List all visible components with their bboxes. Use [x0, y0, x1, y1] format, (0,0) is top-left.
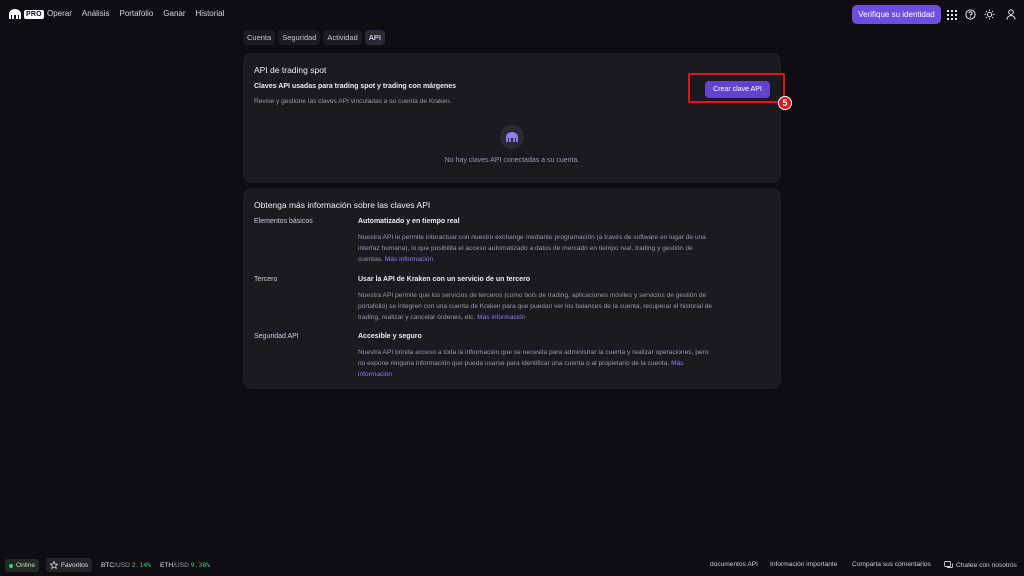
theme-sun-icon[interactable] — [984, 9, 995, 20]
body-line: interfaz humana), lo que posibilita el a… — [358, 245, 693, 253]
kraken-logo-icon — [9, 9, 21, 19]
row-body-basics: Nuestra API le permite interactuar con n… — [358, 232, 770, 266]
chat-link[interactable]: Chatee con nosotros — [944, 561, 1017, 569]
body-line: Nuestra API le permite interactuar con n… — [358, 234, 706, 241]
favorites-button[interactable]: Favoritos — [46, 558, 93, 572]
kraken-empty-icon — [500, 125, 524, 149]
online-label: Online — [16, 562, 36, 569]
nav-historial[interactable]: Historial — [196, 9, 225, 18]
row-heading-third-party: Usar la API de Kraken con un servicio de… — [358, 276, 531, 283]
body-line: no expone ninguna información que pueda … — [358, 358, 770, 369]
more-info-link[interactable]: Más información — [477, 314, 525, 321]
tab-cuenta[interactable]: Cuenta — [243, 30, 276, 45]
pro-badge: PRO — [24, 9, 44, 19]
nav-portafolio[interactable]: Portafolio — [119, 9, 153, 18]
card-title: API de trading spot — [254, 65, 327, 75]
ticker-change: 2.14% — [131, 561, 152, 569]
nav-operar[interactable]: Operar — [47, 9, 72, 18]
chat-label: Chatee con nosotros — [956, 561, 1017, 569]
main-nav: Operar Análisis Portafolio Ganar Histori… — [47, 9, 224, 18]
nav-ganar[interactable]: Ganar — [163, 9, 185, 18]
row-heading-basics: Automatizado y en tiempo real — [358, 218, 460, 225]
more-info-link[interactable]: información — [358, 371, 392, 378]
body-line-text: cuentas. — [358, 256, 383, 264]
online-status: Online — [5, 559, 40, 572]
info-card-title: Obtenga más información sobre las claves… — [254, 200, 431, 210]
tab-seguridad[interactable]: Seguridad — [278, 30, 321, 45]
ticker-quote: /USD — [173, 562, 189, 569]
row-body-api-security: Nuestra API brinda acceso a toda la info… — [358, 347, 770, 381]
ticker-base: ETH — [160, 562, 174, 569]
body-line: Nuestra API permite que los servicios de… — [358, 292, 707, 299]
row-label-third-party: Tercero — [254, 276, 278, 283]
favorites-label: Favoritos — [61, 561, 89, 569]
important-info-link[interactable]: Información importante — [770, 561, 837, 568]
online-dot-icon — [9, 563, 13, 568]
empty-state-text: No hay claves API conectadas a su cuenta… — [444, 157, 580, 164]
top-navigation: PRO Operar Análisis Portafolio Ganar His… — [0, 0, 1024, 30]
account-tabs: Cuenta Seguridad Actividad API — [243, 30, 385, 45]
chat-icon — [944, 561, 953, 568]
user-icon[interactable] — [1005, 9, 1016, 20]
annotation-highlight — [688, 73, 785, 103]
row-body-third-party: Nuestra API permite que los servicios de… — [358, 290, 770, 324]
ticker-eth[interactable]: ETH/USD 9.38% — [160, 561, 210, 569]
ticker-change: 9.38% — [190, 561, 211, 569]
bottom-status-bar: Online Favoritos BTC/USD 2.14% ETH/USD 9… — [0, 556, 1024, 576]
card-subtitle: Claves API usadas para trading spot y tr… — [254, 83, 457, 90]
body-line: información — [358, 369, 770, 380]
feedback-link[interactable]: Comparta sus comentarios — [852, 561, 931, 568]
more-info-link[interactable]: Más información — [385, 256, 433, 263]
body-line-text: no expone ninguna información que pueda … — [358, 360, 670, 368]
row-label-basics: Elementos básicos — [254, 218, 313, 225]
star-icon — [50, 561, 58, 569]
help-icon[interactable] — [965, 9, 976, 20]
more-info-link[interactable]: Más — [671, 360, 683, 367]
row-heading-api-security: Accesible y seguro — [358, 333, 422, 340]
ticker-base: BTC — [101, 562, 115, 569]
grid-icon[interactable] — [946, 9, 957, 20]
step-number-badge: 5 — [778, 96, 792, 110]
row-label-api-security: Seguridad API — [254, 333, 299, 340]
body-line: trading, realizar y cancelar órdenes, et… — [358, 312, 770, 323]
api-docs-link[interactable]: documentos API — [710, 561, 758, 568]
tab-api[interactable]: API — [364, 30, 385, 45]
body-line-text: trading, realizar y cancelar órdenes, et… — [358, 314, 476, 322]
ticker-quote: /USD — [114, 562, 130, 569]
tab-actividad[interactable]: Actividad — [323, 30, 362, 45]
body-line: Nuestra API brinda acceso a toda la info… — [358, 349, 709, 356]
nav-analisis[interactable]: Análisis — [82, 9, 110, 18]
kraken-pro-logo[interactable]: PRO — [8, 9, 44, 19]
card-description: Revise y gestione las claves API vincula… — [254, 98, 452, 105]
body-line: cuentas. Más información — [358, 254, 770, 265]
body-line: portafolio) se integren con una cuenta d… — [358, 303, 713, 311]
ticker-btc[interactable]: BTC/USD 2.14% — [101, 561, 151, 569]
verify-identity-button[interactable]: Verifique su identidad — [852, 5, 941, 24]
